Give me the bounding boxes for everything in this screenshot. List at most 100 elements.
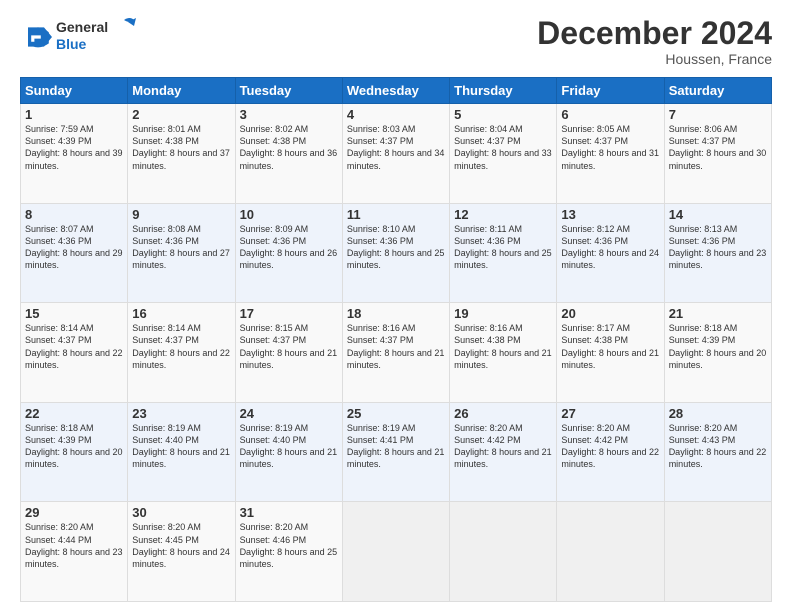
day-cell: 21 Sunrise: 8:18 AMSunset: 4:39 PMDaylig… — [664, 303, 771, 403]
day-info: Sunrise: 8:19 AMSunset: 4:41 PMDaylight:… — [347, 422, 445, 471]
day-cell: 22 Sunrise: 8:18 AMSunset: 4:39 PMDaylig… — [21, 402, 128, 502]
day-info: Sunrise: 7:59 AMSunset: 4:39 PMDaylight:… — [25, 123, 123, 172]
day-number: 13 — [561, 207, 659, 222]
day-number: 11 — [347, 207, 445, 222]
day-cell: 10 Sunrise: 8:09 AMSunset: 4:36 PMDaylig… — [235, 203, 342, 303]
day-cell: 1 Sunrise: 7:59 AMSunset: 4:39 PMDayligh… — [21, 104, 128, 204]
day-number: 5 — [454, 107, 552, 122]
location: Houssen, France — [537, 51, 772, 67]
day-cell: 4 Sunrise: 8:03 AMSunset: 4:37 PMDayligh… — [342, 104, 449, 204]
day-number: 29 — [25, 505, 123, 520]
day-number: 10 — [240, 207, 338, 222]
day-info: Sunrise: 8:10 AMSunset: 4:36 PMDaylight:… — [347, 223, 445, 272]
logo-icon — [20, 21, 52, 53]
day-number: 30 — [132, 505, 230, 520]
day-info: Sunrise: 8:20 AMSunset: 4:45 PMDaylight:… — [132, 521, 230, 570]
calendar-table: SundayMondayTuesdayWednesdayThursdayFrid… — [20, 77, 772, 602]
day-number: 28 — [669, 406, 767, 421]
day-info: Sunrise: 8:01 AMSunset: 4:38 PMDaylight:… — [132, 123, 230, 172]
day-cell: 29 Sunrise: 8:20 AMSunset: 4:44 PMDaylig… — [21, 502, 128, 602]
day-number: 20 — [561, 306, 659, 321]
day-number: 26 — [454, 406, 552, 421]
weekday-header-wednesday: Wednesday — [342, 78, 449, 104]
day-info: Sunrise: 8:14 AMSunset: 4:37 PMDaylight:… — [132, 322, 230, 371]
day-number: 8 — [25, 207, 123, 222]
week-row-3: 15 Sunrise: 8:14 AMSunset: 4:37 PMDaylig… — [21, 303, 772, 403]
day-cell: 18 Sunrise: 8:16 AMSunset: 4:37 PMDaylig… — [342, 303, 449, 403]
day-info: Sunrise: 8:20 AMSunset: 4:42 PMDaylight:… — [454, 422, 552, 471]
day-number: 25 — [347, 406, 445, 421]
day-cell: 6 Sunrise: 8:05 AMSunset: 4:37 PMDayligh… — [557, 104, 664, 204]
page: General Blue December 2024 Houssen, Fran… — [0, 0, 792, 612]
week-row-5: 29 Sunrise: 8:20 AMSunset: 4:44 PMDaylig… — [21, 502, 772, 602]
svg-text:General: General — [56, 19, 108, 35]
day-cell: 23 Sunrise: 8:19 AMSunset: 4:40 PMDaylig… — [128, 402, 235, 502]
day-info: Sunrise: 8:12 AMSunset: 4:36 PMDaylight:… — [561, 223, 659, 272]
weekday-header-monday: Monday — [128, 78, 235, 104]
day-cell: 13 Sunrise: 8:12 AMSunset: 4:36 PMDaylig… — [557, 203, 664, 303]
day-number: 22 — [25, 406, 123, 421]
day-cell: 3 Sunrise: 8:02 AMSunset: 4:38 PMDayligh… — [235, 104, 342, 204]
day-number: 31 — [240, 505, 338, 520]
day-number: 14 — [669, 207, 767, 222]
day-cell — [557, 502, 664, 602]
day-cell — [664, 502, 771, 602]
weekday-header-friday: Friday — [557, 78, 664, 104]
weekday-header-tuesday: Tuesday — [235, 78, 342, 104]
day-info: Sunrise: 8:19 AMSunset: 4:40 PMDaylight:… — [240, 422, 338, 471]
weekday-header-row: SundayMondayTuesdayWednesdayThursdayFrid… — [21, 78, 772, 104]
day-number: 4 — [347, 107, 445, 122]
week-row-2: 8 Sunrise: 8:07 AMSunset: 4:36 PMDayligh… — [21, 203, 772, 303]
day-cell: 31 Sunrise: 8:20 AMSunset: 4:46 PMDaylig… — [235, 502, 342, 602]
day-number: 19 — [454, 306, 552, 321]
weekday-header-sunday: Sunday — [21, 78, 128, 104]
day-info: Sunrise: 8:13 AMSunset: 4:36 PMDaylight:… — [669, 223, 767, 272]
day-info: Sunrise: 8:03 AMSunset: 4:37 PMDaylight:… — [347, 123, 445, 172]
day-info: Sunrise: 8:09 AMSunset: 4:36 PMDaylight:… — [240, 223, 338, 272]
day-number: 17 — [240, 306, 338, 321]
day-info: Sunrise: 8:05 AMSunset: 4:37 PMDaylight:… — [561, 123, 659, 172]
day-info: Sunrise: 8:19 AMSunset: 4:40 PMDaylight:… — [132, 422, 230, 471]
day-number: 15 — [25, 306, 123, 321]
day-info: Sunrise: 8:14 AMSunset: 4:37 PMDaylight:… — [25, 322, 123, 371]
day-info: Sunrise: 8:17 AMSunset: 4:38 PMDaylight:… — [561, 322, 659, 371]
svg-text:Blue: Blue — [56, 36, 87, 52]
day-info: Sunrise: 8:15 AMSunset: 4:37 PMDaylight:… — [240, 322, 338, 371]
header: General Blue December 2024 Houssen, Fran… — [20, 16, 772, 67]
day-cell: 11 Sunrise: 8:10 AMSunset: 4:36 PMDaylig… — [342, 203, 449, 303]
day-cell: 27 Sunrise: 8:20 AMSunset: 4:42 PMDaylig… — [557, 402, 664, 502]
day-number: 18 — [347, 306, 445, 321]
logo: General Blue — [20, 16, 136, 59]
day-cell: 9 Sunrise: 8:08 AMSunset: 4:36 PMDayligh… — [128, 203, 235, 303]
title-block: December 2024 Houssen, France — [537, 16, 772, 67]
day-number: 3 — [240, 107, 338, 122]
day-number: 27 — [561, 406, 659, 421]
day-info: Sunrise: 8:16 AMSunset: 4:38 PMDaylight:… — [454, 322, 552, 371]
day-cell: 2 Sunrise: 8:01 AMSunset: 4:38 PMDayligh… — [128, 104, 235, 204]
day-cell: 12 Sunrise: 8:11 AMSunset: 4:36 PMDaylig… — [450, 203, 557, 303]
week-row-4: 22 Sunrise: 8:18 AMSunset: 4:39 PMDaylig… — [21, 402, 772, 502]
day-number: 2 — [132, 107, 230, 122]
day-number: 12 — [454, 207, 552, 222]
day-cell: 24 Sunrise: 8:19 AMSunset: 4:40 PMDaylig… — [235, 402, 342, 502]
week-row-1: 1 Sunrise: 7:59 AMSunset: 4:39 PMDayligh… — [21, 104, 772, 204]
day-info: Sunrise: 8:18 AMSunset: 4:39 PMDaylight:… — [25, 422, 123, 471]
day-cell: 20 Sunrise: 8:17 AMSunset: 4:38 PMDaylig… — [557, 303, 664, 403]
day-info: Sunrise: 8:20 AMSunset: 4:42 PMDaylight:… — [561, 422, 659, 471]
day-number: 21 — [669, 306, 767, 321]
day-info: Sunrise: 8:06 AMSunset: 4:37 PMDaylight:… — [669, 123, 767, 172]
day-info: Sunrise: 8:11 AMSunset: 4:36 PMDaylight:… — [454, 223, 552, 272]
day-number: 6 — [561, 107, 659, 122]
weekday-header-saturday: Saturday — [664, 78, 771, 104]
day-info: Sunrise: 8:20 AMSunset: 4:46 PMDaylight:… — [240, 521, 338, 570]
day-info: Sunrise: 8:16 AMSunset: 4:37 PMDaylight:… — [347, 322, 445, 371]
day-info: Sunrise: 8:18 AMSunset: 4:39 PMDaylight:… — [669, 322, 767, 371]
day-cell: 26 Sunrise: 8:20 AMSunset: 4:42 PMDaylig… — [450, 402, 557, 502]
day-number: 7 — [669, 107, 767, 122]
day-cell: 25 Sunrise: 8:19 AMSunset: 4:41 PMDaylig… — [342, 402, 449, 502]
day-info: Sunrise: 8:20 AMSunset: 4:44 PMDaylight:… — [25, 521, 123, 570]
month-title: December 2024 — [537, 16, 772, 51]
day-info: Sunrise: 8:07 AMSunset: 4:36 PMDaylight:… — [25, 223, 123, 272]
day-cell: 8 Sunrise: 8:07 AMSunset: 4:36 PMDayligh… — [21, 203, 128, 303]
day-info: Sunrise: 8:04 AMSunset: 4:37 PMDaylight:… — [454, 123, 552, 172]
